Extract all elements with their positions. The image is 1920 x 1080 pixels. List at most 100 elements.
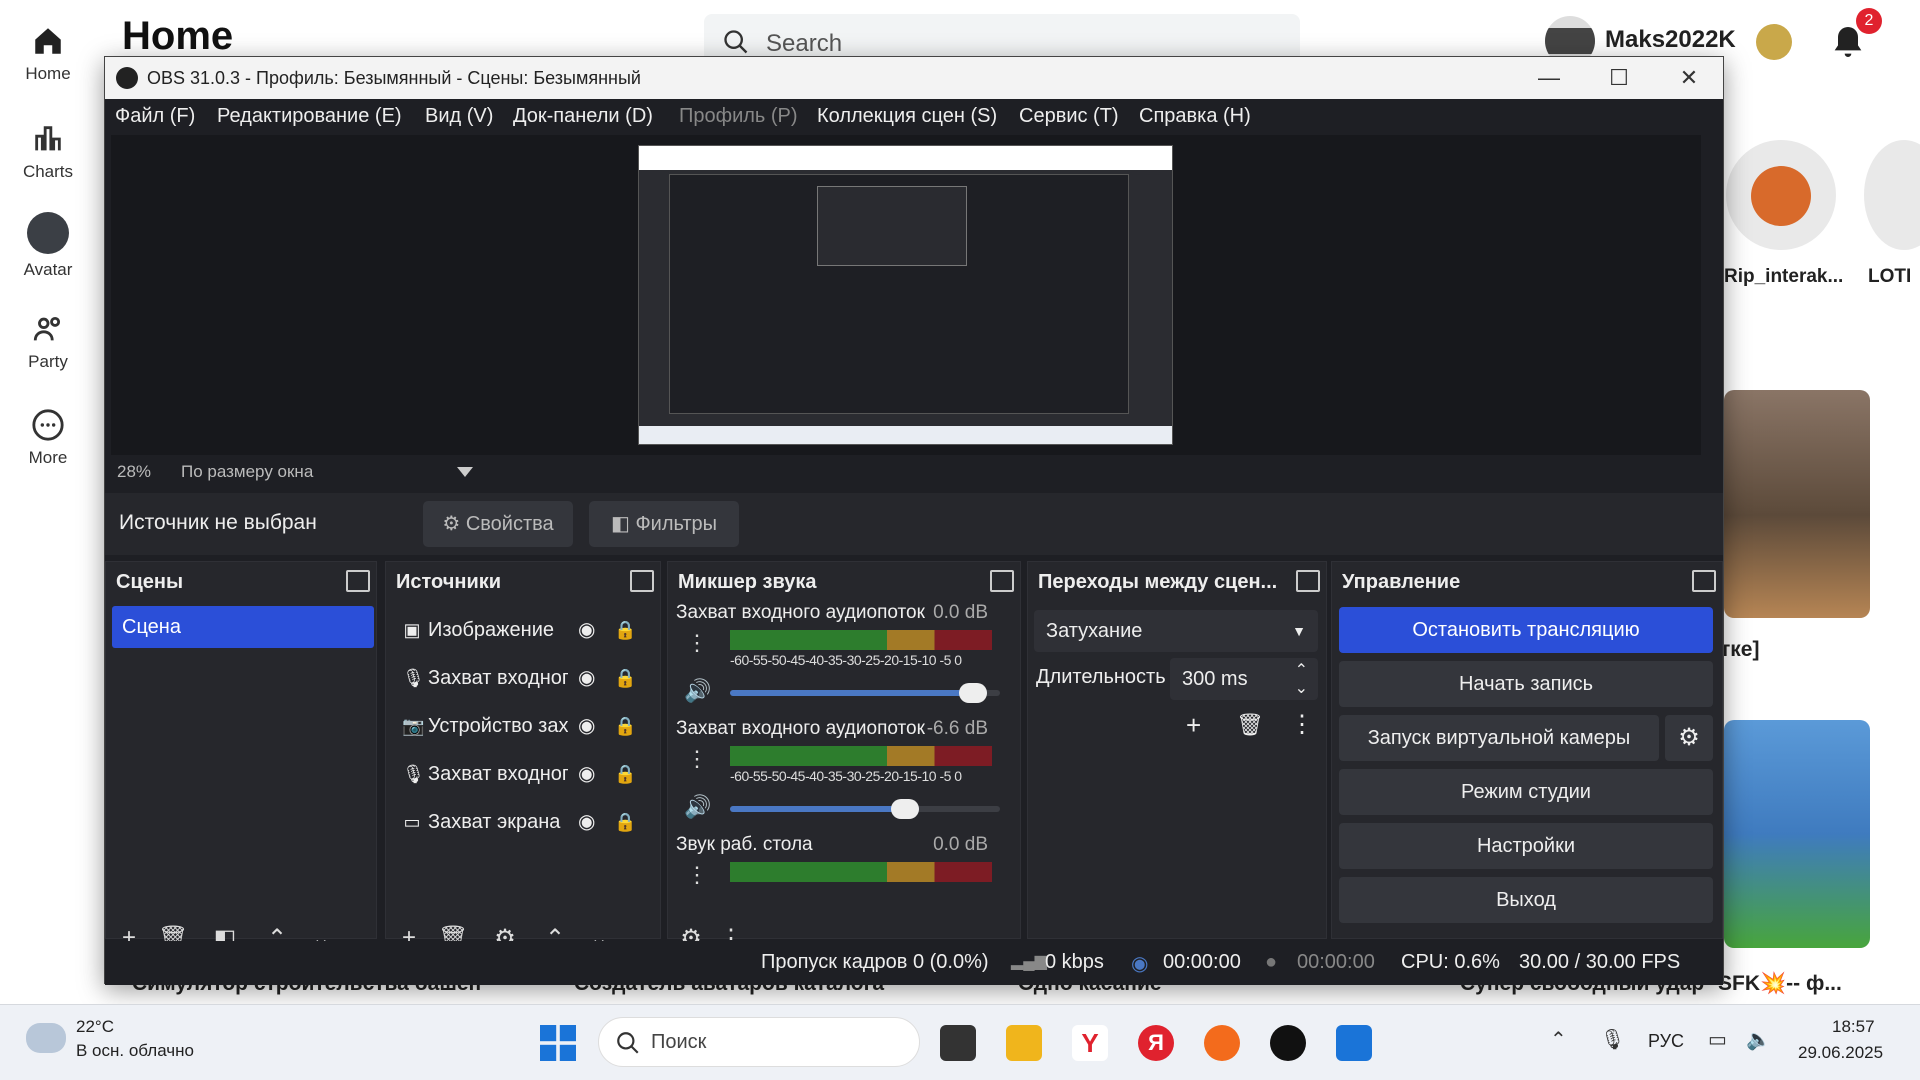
eye-icon[interactable]: ◉ <box>578 706 595 746</box>
nav-charts[interactable]: Charts <box>0 122 96 182</box>
game-thumbnail[interactable] <box>1724 720 1870 948</box>
close-button[interactable]: ✕ <box>1669 63 1709 93</box>
speaker-icon[interactable]: 🔊 <box>684 794 711 820</box>
menu-edit[interactable]: Редактирование (E) <box>217 105 402 128</box>
menu-file[interactable]: Файл (F) <box>115 105 195 128</box>
game-title-partial[interactable]: тке] <box>1720 638 1759 662</box>
clock-date[interactable]: 29.06.2025 <box>1798 1043 1883 1063</box>
settings-button[interactable]: Настройки <box>1339 823 1713 869</box>
notification-badge: 2 <box>1856 8 1882 34</box>
channel-db: 0.0 dB <box>933 834 988 855</box>
kebab-menu-icon[interactable]: ⋮ <box>686 862 708 888</box>
kebab-menu-icon[interactable]: ⋮ <box>686 746 708 772</box>
minimize-button[interactable]: — <box>1529 63 1569 93</box>
exit-button[interactable]: Выход <box>1339 877 1713 923</box>
kebab-menu-icon[interactable]: ⋮ <box>686 630 708 656</box>
trash-icon[interactable]: 🗑 <box>1236 712 1264 738</box>
menu-profile[interactable]: Профиль (P) <box>679 105 798 128</box>
undock-icon[interactable] <box>630 570 654 592</box>
chevron-down-icon[interactable]: ⌄ <box>1295 668 1308 710</box>
source-item[interactable]: 🎙Захват входного аудиопотока◉🔒 <box>402 658 642 698</box>
friend-avatar[interactable] <box>1726 140 1836 250</box>
volume-slider[interactable] <box>730 799 1000 819</box>
undock-icon[interactable] <box>990 570 1014 592</box>
nav-more[interactable]: More <box>0 408 96 468</box>
preview-canvas[interactable] <box>111 135 1701 455</box>
properties-button[interactable]: ⚙ Свойства <box>423 501 573 547</box>
studio-mode-button[interactable]: Режим студии <box>1339 769 1713 815</box>
chevron-down-icon: ▼ <box>1292 623 1306 639</box>
nav-avatar[interactable]: Avatar <box>0 212 96 280</box>
source-item[interactable]: ▣ Изображение ◉ 🔒 <box>402 610 642 650</box>
eye-icon[interactable]: ◉ <box>578 658 595 698</box>
undock-icon[interactable] <box>1692 570 1716 592</box>
maximize-button[interactable]: ☐ <box>1599 63 1639 93</box>
game-thumbnail[interactable] <box>1724 390 1870 618</box>
volume-slider[interactable] <box>730 683 1000 703</box>
volume-icon[interactable]: 🔈 <box>1746 1027 1771 1052</box>
chevron-up-icon[interactable]: ⌃ <box>1550 1027 1567 1052</box>
filters-button[interactable]: ◧ Фильтры <box>589 501 739 547</box>
eye-icon[interactable]: ◉ <box>578 610 595 650</box>
lock-icon[interactable]: 🔒 <box>614 706 636 746</box>
weather-icon[interactable] <box>26 1023 66 1053</box>
menu-view[interactable]: Вид (V) <box>425 105 493 128</box>
duration-spinbox[interactable]: 300 ms ⌃ ⌄ <box>1170 658 1318 700</box>
source-item[interactable]: 📷Устройство захвата видео◉🔒 <box>402 706 642 746</box>
obs-titlebar[interactable]: OBS 31.0.3 - Профиль: Безымянный - Сцены… <box>105 57 1723 99</box>
search-placeholder: Search <box>766 30 843 57</box>
start-recording-button[interactable]: Начать запись <box>1339 661 1713 707</box>
chevron-down-icon[interactable] <box>457 467 473 477</box>
firefox-icon[interactable] <box>1204 1025 1240 1061</box>
lock-icon[interactable]: 🔒 <box>614 802 636 842</box>
weather-desc[interactable]: В осн. облачно <box>76 1041 194 1061</box>
friend-name[interactable]: Rip_interak... <box>1724 266 1843 288</box>
username[interactable]: Maks2022K <box>1605 26 1736 54</box>
robux-icon[interactable] <box>1756 24 1792 60</box>
taskbar-search[interactable]: Поиск <box>598 1017 920 1067</box>
lock-icon[interactable]: 🔒 <box>614 754 636 794</box>
undock-icon[interactable] <box>346 570 370 592</box>
virtual-camera-button[interactable]: Запуск виртуальной камеры <box>1339 715 1659 761</box>
menu-scene-collection[interactable]: Коллекция сцен (S) <box>817 105 997 128</box>
channel-name: Захват входного аудиопотока <box>676 718 926 739</box>
lock-icon[interactable]: 🔒 <box>614 658 636 698</box>
yandex-browser-icon[interactable]: Y <box>1072 1025 1108 1061</box>
zoom-mode-select[interactable]: По размеру окна <box>181 462 313 482</box>
virtual-camera-settings-button[interactable]: ⚙ <box>1665 715 1713 761</box>
task-view-icon[interactable] <box>940 1025 976 1061</box>
transition-select[interactable]: Затухание ▼ <box>1034 610 1318 652</box>
filter-icon: ◧ <box>610 513 630 535</box>
source-item[interactable]: 🎙Захват входного аудиопотока◉🔒 <box>402 754 642 794</box>
yandex-icon[interactable]: Я <box>1138 1025 1174 1061</box>
source-item[interactable]: ▭ Захват экрана ◉ 🔒 <box>402 802 642 842</box>
nav-home[interactable]: Home <box>0 24 96 84</box>
menu-help[interactable]: Справка (H) <box>1139 105 1251 128</box>
friend-name[interactable]: LOTI <box>1868 266 1911 288</box>
eye-icon[interactable]: ◉ <box>578 754 595 794</box>
dock-title: Сцены <box>116 571 184 593</box>
menu-docks[interactable]: Док-панели (D) <box>513 105 653 128</box>
add-icon[interactable]: + <box>1186 710 1201 741</box>
lock-icon[interactable]: 🔒 <box>614 610 636 650</box>
language-indicator[interactable]: РУС <box>1648 1031 1684 1052</box>
scene-item[interactable]: Сцена <box>112 606 374 648</box>
clock-time[interactable]: 18:57 <box>1832 1017 1875 1037</box>
app-icon[interactable] <box>1336 1025 1372 1061</box>
eye-icon[interactable]: ◉ <box>578 802 595 842</box>
network-icon[interactable]: ▭ <box>1708 1027 1727 1052</box>
kebab-menu-icon[interactable]: ⋮ <box>1290 710 1314 739</box>
speaker-icon[interactable]: 🔊 <box>684 678 711 704</box>
file-explorer-icon[interactable] <box>1006 1025 1042 1061</box>
mic-icon[interactable]: 🎙 <box>1600 1027 1625 1052</box>
undock-icon[interactable] <box>1296 570 1320 592</box>
obs-icon[interactable] <box>1270 1025 1306 1061</box>
windows-start-icon[interactable] <box>540 1025 576 1061</box>
preview-image <box>638 145 1173 445</box>
game-title[interactable]: SFK💥-- ф... <box>1718 972 1842 996</box>
friend-avatar[interactable] <box>1864 140 1920 250</box>
nav-party[interactable]: Party <box>0 312 96 372</box>
menu-tools[interactable]: Сервис (T) <box>1019 105 1119 128</box>
stop-stream-button[interactable]: Остановить трансляцию <box>1339 607 1713 653</box>
weather-temp[interactable]: 22°C <box>76 1017 114 1037</box>
